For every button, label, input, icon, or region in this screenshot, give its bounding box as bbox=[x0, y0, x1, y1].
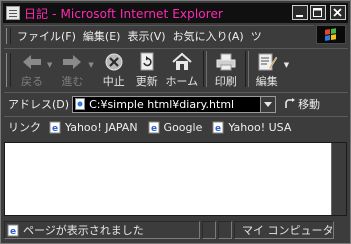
home-label: ホーム bbox=[165, 75, 199, 88]
go-label: 移動 bbox=[298, 98, 321, 111]
browser-window: 日記 - Microsoft Internet Explorer ファイル(F)… bbox=[0, 0, 351, 244]
menu-favorites[interactable]: お気に入り(A) bbox=[173, 28, 251, 44]
windows-flag-icon bbox=[325, 28, 337, 41]
svg-text:e: e bbox=[10, 227, 16, 237]
link-label: Yahoo! JAPAN bbox=[65, 120, 138, 134]
menu-edit[interactable]: 編集(E) bbox=[83, 28, 128, 44]
security-zone-panel: マイ コンピュータ bbox=[234, 221, 334, 239]
menu-tools[interactable]: ツ bbox=[251, 28, 269, 44]
go-arrow-icon bbox=[285, 98, 296, 108]
svg-text:e: e bbox=[151, 124, 157, 134]
links-label: リンク bbox=[8, 121, 41, 134]
maximize-icon bbox=[313, 7, 322, 17]
home-button[interactable]: ホーム bbox=[164, 49, 200, 89]
address-input[interactable]: C:¥simple html¥diary.html bbox=[72, 95, 277, 113]
status-text: ページが表示されました bbox=[23, 224, 144, 237]
windows-logo bbox=[316, 25, 346, 44]
back-dropdown-arrow-icon[interactable]: ▼ bbox=[47, 61, 52, 69]
links-bar: リンク e Yahoo! JAPAN e Google e Yahoo! USA bbox=[4, 116, 348, 137]
svg-text:e: e bbox=[52, 124, 58, 134]
forward-arrow-icon bbox=[63, 55, 82, 69]
menu-view[interactable]: 表示(V) bbox=[127, 28, 172, 44]
address-label: アドレス(D) bbox=[8, 98, 70, 111]
stop-label: 中止 bbox=[102, 75, 125, 88]
svg-text:e: e bbox=[215, 124, 221, 134]
printer-icon bbox=[216, 53, 236, 71]
ie-status-icon: e bbox=[7, 224, 19, 237]
forward-button[interactable]: 進む bbox=[56, 49, 88, 89]
edit-button[interactable]: 編集 bbox=[252, 49, 282, 89]
close-button[interactable] bbox=[330, 5, 346, 20]
print-label: 印刷 bbox=[214, 75, 237, 88]
toolbar-separator bbox=[202, 51, 207, 87]
close-icon bbox=[333, 7, 342, 17]
go-button[interactable]: 移動 bbox=[284, 96, 320, 112]
status-cell bbox=[202, 221, 216, 239]
refresh-label: 更新 bbox=[135, 75, 158, 88]
stop-icon bbox=[105, 53, 123, 71]
edit-page-icon bbox=[258, 53, 278, 71]
link-label: Google bbox=[163, 120, 203, 134]
standard-toolbar: 戻る ▼ 進む ▼ 中止 更新 ホーム 印刷 編集 ▼ bbox=[4, 48, 348, 91]
edit-dropdown-arrow-icon[interactable]: ▼ bbox=[284, 61, 289, 69]
address-dropdown-button[interactable] bbox=[260, 96, 276, 112]
link-yahoo-usa[interactable]: e Yahoo! USA bbox=[212, 121, 291, 134]
menu-grip[interactable] bbox=[6, 28, 11, 44]
menu-bar: ファイル(F) 編集(E) 表示(V) お気に入り(A) ツ bbox=[4, 25, 314, 46]
vertical-scrollbar[interactable] bbox=[331, 143, 346, 215]
status-message-panel: e ページが表示されました bbox=[4, 221, 200, 239]
minimize-button[interactable] bbox=[292, 5, 308, 20]
menu-file[interactable]: ファイル(F) bbox=[17, 28, 83, 44]
ie-page-icon: e bbox=[212, 121, 224, 134]
link-google[interactable]: e Google bbox=[148, 120, 203, 134]
refresh-icon bbox=[140, 52, 154, 71]
window-title: 日記 - Microsoft Internet Explorer bbox=[24, 6, 224, 21]
back-label: 戻る bbox=[21, 75, 43, 88]
maximize-button[interactable] bbox=[310, 5, 326, 20]
status-bar: e ページが表示されました マイ コンピュータ bbox=[4, 220, 348, 240]
stop-button[interactable]: 中止 bbox=[98, 49, 130, 89]
back-arrow-icon bbox=[23, 55, 41, 69]
print-button[interactable]: 印刷 bbox=[210, 49, 242, 89]
ie-page-icon: e bbox=[49, 121, 61, 134]
edit-label: 編集 bbox=[255, 75, 278, 88]
html-page-icon bbox=[75, 98, 86, 110]
toolbar-separator bbox=[244, 51, 249, 87]
zone-text: マイ コンピュータ bbox=[242, 224, 334, 237]
window-controls bbox=[292, 5, 346, 20]
address-value: C:¥simple html¥diary.html bbox=[89, 97, 235, 111]
link-label: Yahoo! USA bbox=[228, 120, 292, 134]
home-icon bbox=[172, 52, 192, 70]
notepad-icon bbox=[6, 6, 20, 20]
minimize-icon bbox=[296, 14, 303, 17]
link-yahoo-japan[interactable]: e Yahoo! JAPAN bbox=[49, 121, 138, 134]
title-bar: 日記 - Microsoft Internet Explorer bbox=[3, 3, 348, 23]
refresh-button[interactable]: 更新 bbox=[130, 49, 164, 89]
page-content[interactable] bbox=[4, 142, 347, 216]
status-cell bbox=[218, 221, 232, 239]
back-button[interactable]: 戻る bbox=[17, 49, 47, 89]
forward-dropdown-arrow-icon[interactable]: ▼ bbox=[88, 61, 93, 69]
address-bar: アドレス(D) C:¥simple html¥diary.html 移動 bbox=[4, 92, 348, 115]
toolbar-grip[interactable] bbox=[6, 53, 11, 87]
chevron-down-icon bbox=[264, 101, 273, 107]
ie-page-icon: e bbox=[148, 121, 160, 134]
forward-label: 進む bbox=[61, 75, 84, 88]
